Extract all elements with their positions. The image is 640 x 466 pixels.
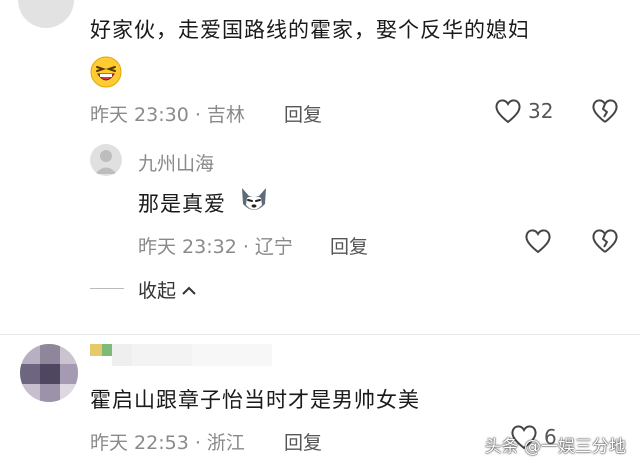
reply-button[interactable]: 回复 xyxy=(284,100,322,127)
like-count: 32 xyxy=(528,99,554,123)
reply-time: 昨天 23:32 xyxy=(138,236,237,258)
pixel-block xyxy=(112,344,132,366)
collapse-button[interactable]: 收起 xyxy=(138,276,197,303)
comment-text: 好家伙，走爱国路线的霍家，娶个反华的媳妇 xyxy=(90,18,530,42)
comment-location: 吉林 xyxy=(206,104,245,126)
broken-heart-icon xyxy=(592,229,618,253)
reply-location: 辽宁 xyxy=(254,236,293,258)
broken-heart-icon xyxy=(592,99,618,123)
reply-button[interactable]: 回复 xyxy=(284,428,322,455)
husky-emoji-icon xyxy=(238,184,270,216)
comment-time: 昨天 23:30 xyxy=(90,104,189,126)
laughing-emoji-icon xyxy=(90,56,122,88)
reply-text: 那是真爱 xyxy=(138,192,226,216)
blurred-username[interactable] xyxy=(90,344,280,366)
comment-text: 霍启山跟章子怡当时才是男帅女美 xyxy=(90,388,420,412)
default-avatar-icon xyxy=(95,150,117,174)
collapse-label: 收起 xyxy=(138,280,177,302)
reply-button[interactable]: 回复 xyxy=(330,232,368,259)
chevron-up-icon xyxy=(182,286,196,295)
heart-icon xyxy=(495,99,521,124)
reply-username[interactable]: 九州山海 xyxy=(138,149,214,176)
avatar[interactable] xyxy=(18,0,74,28)
comment-meta: 昨天 22:53 · 浙江 xyxy=(90,432,245,454)
reply-meta: 昨天 23:32 · 辽宁 xyxy=(138,236,293,258)
pixelated-avatar-icon xyxy=(20,344,78,402)
pixel-block xyxy=(132,344,192,366)
avatar[interactable] xyxy=(20,344,78,402)
comment-location: 浙江 xyxy=(206,432,245,454)
avatar[interactable] xyxy=(90,144,122,176)
collapse-divider xyxy=(90,288,124,289)
pixel-block xyxy=(102,344,112,356)
like-button[interactable] xyxy=(524,228,552,258)
like-button[interactable]: 32 xyxy=(494,96,553,126)
pixel-block xyxy=(192,344,272,366)
dislike-button[interactable] xyxy=(591,228,619,258)
pixel-block xyxy=(90,344,102,356)
dislike-button[interactable] xyxy=(591,98,619,128)
comment-time: 昨天 22:53 xyxy=(90,432,189,454)
comment-meta: 昨天 23:30 · 吉林 xyxy=(90,104,245,126)
comment-separator xyxy=(0,334,640,335)
watermark: 头条 @一娱三分地 xyxy=(484,437,626,457)
heart-icon xyxy=(525,229,551,254)
